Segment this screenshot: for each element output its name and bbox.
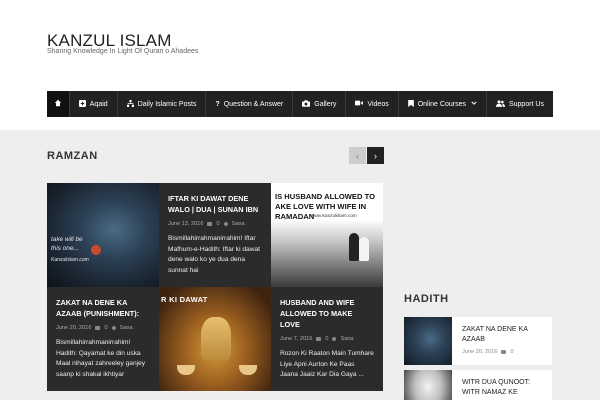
hadith-item-title[interactable]: ZAKAT NA DENE KA AZAAB bbox=[462, 325, 548, 345]
nav-gallery[interactable]: Gallery bbox=[293, 91, 347, 117]
hadith-item-title[interactable]: WITR DUA QUNOOT: WITR NAMAZ KE bbox=[462, 378, 548, 398]
post-author[interactable]: Sana bbox=[340, 336, 353, 342]
question-icon: ? bbox=[215, 100, 220, 108]
hadith-text: ZAKAT NA DENE KA AZAAB June 20, 2016 0 bbox=[462, 325, 548, 355]
nav-label: Aqaid bbox=[89, 100, 108, 108]
nav-label: Daily Islamic Posts bbox=[137, 100, 197, 108]
hadith-item[interactable]: ZAKAT NA DENE KA AZAAB June 20, 2016 0 bbox=[404, 317, 552, 365]
post-excerpt: Rozon Ki Raaton Main Tumhare Liye Apni A… bbox=[280, 350, 374, 378]
comment-count: 0 bbox=[325, 336, 329, 342]
image-caption: R KI DAWAT bbox=[161, 295, 208, 304]
image-caption: take will be this one... bbox=[51, 236, 83, 252]
sitemap-icon bbox=[126, 99, 134, 109]
bookmark-icon bbox=[407, 99, 414, 109]
comment-icon bbox=[501, 350, 507, 354]
post-date: June 13, 2016 bbox=[168, 221, 204, 227]
post-image-couple[interactable]: IS HUSBAND ALLOWED TO AKE LOVE WITH WIFE… bbox=[271, 183, 383, 287]
figure-silhouette bbox=[359, 237, 369, 261]
post-date: June 20, 2016 bbox=[56, 325, 92, 331]
nav-videos[interactable]: Videos bbox=[346, 91, 399, 117]
comment-icon bbox=[207, 222, 213, 226]
home-icon bbox=[54, 99, 62, 109]
chevron-down-icon bbox=[471, 101, 477, 107]
comment-icon bbox=[316, 337, 322, 341]
hadith-thumbnail[interactable] bbox=[404, 370, 452, 400]
nav-label: Videos bbox=[367, 100, 389, 108]
hadith-text: WITR DUA QUNOOT: WITR NAMAZ KE bbox=[462, 378, 548, 398]
post-image-snake[interactable]: take will be this one... Kanzulislam.com bbox=[47, 183, 159, 287]
user-icon bbox=[111, 326, 116, 330]
nav-label: Online Courses bbox=[417, 100, 466, 108]
snake-eye bbox=[91, 245, 101, 255]
chevron-right-icon: › bbox=[374, 150, 377, 161]
main-nav: Aqaid Daily Islamic Posts ? Question & A… bbox=[47, 91, 553, 117]
post-card-husband-wife[interactable]: HUSBAND AND WIFE ALLOWED TO MAKE LOVE Ju… bbox=[271, 287, 383, 391]
slider-prev-button[interactable]: ‹ bbox=[349, 147, 366, 164]
cup-shape bbox=[239, 365, 257, 375]
post-image-iftar-dawat[interactable]: R KI DAWAT bbox=[159, 287, 271, 391]
comment-count: 0 bbox=[104, 325, 108, 331]
ramzan-section-title: RAMZAN bbox=[47, 150, 98, 162]
nav-label: Question & Answer bbox=[223, 100, 284, 108]
hadith-item[interactable]: WITR DUA QUNOOT: WITR NAMAZ KE bbox=[404, 370, 552, 400]
nav-question-answer[interactable]: ? Question & Answer bbox=[206, 91, 294, 117]
slider-next-button[interactable]: › bbox=[367, 147, 384, 164]
cup-shape bbox=[177, 365, 195, 375]
nav-label: Gallery bbox=[314, 100, 337, 108]
hadith-thumbnail[interactable] bbox=[404, 317, 452, 365]
plus-square-icon bbox=[78, 99, 86, 109]
users-icon bbox=[495, 99, 505, 109]
post-meta: June 7, 2016 0 Sana bbox=[280, 336, 374, 342]
comment-count: 0 bbox=[216, 221, 220, 227]
comment-icon bbox=[95, 326, 101, 330]
teapot-shape bbox=[201, 317, 231, 361]
nav-daily-islamic-posts[interactable]: Daily Islamic Posts bbox=[118, 91, 207, 117]
nav-label: Support Us bbox=[508, 100, 544, 108]
figure-silhouette bbox=[349, 233, 359, 261]
user-icon bbox=[223, 222, 228, 226]
chevron-left-icon: ‹ bbox=[356, 150, 359, 161]
site-tagline: Sharing Knowledge In Light Of Quran o Ah… bbox=[47, 48, 199, 55]
post-meta: June 13, 2016 0 Sana bbox=[168, 221, 262, 227]
user-icon bbox=[332, 337, 337, 341]
post-meta: June 20, 2016 0 Sana bbox=[56, 325, 150, 331]
nav-online-courses[interactable]: Online Courses bbox=[399, 91, 487, 117]
nav-aqaid[interactable]: Aqaid bbox=[70, 91, 118, 117]
post-excerpt: Bismillahirrahmanirrahim! Iftar Mafhum-e… bbox=[168, 235, 260, 274]
post-excerpt: Bismillahirrahmanirrahim! Hadith: Qayama… bbox=[56, 339, 146, 378]
post-title[interactable]: IFTAR KI DAWAT DENE WALO | DUA | SUNAN I… bbox=[168, 193, 262, 215]
nav-support-us[interactable]: Support Us bbox=[487, 91, 553, 117]
image-watermark: Kanzulislam.com bbox=[51, 257, 89, 263]
image-watermark: www.Kanzulislam.com bbox=[311, 213, 357, 218]
post-card-iftar[interactable]: IFTAR KI DAWAT DENE WALO | DUA | SUNAN I… bbox=[159, 183, 271, 287]
post-author[interactable]: Sana bbox=[232, 221, 245, 227]
post-author[interactable]: Sana bbox=[120, 325, 133, 331]
hadith-item-meta: June 20, 2016 0 bbox=[462, 349, 548, 355]
nav-home[interactable] bbox=[47, 91, 70, 117]
hadith-section-title: HADITH bbox=[404, 293, 449, 305]
hadith-item-comments: 0 bbox=[510, 349, 514, 355]
post-title[interactable]: HUSBAND AND WIFE ALLOWED TO MAKE LOVE bbox=[280, 297, 374, 330]
camera-icon bbox=[302, 99, 311, 109]
hadith-item-date: June 20, 2016 bbox=[462, 349, 498, 355]
post-title[interactable]: ZAKAT NA DENE KA AZAAB (PUNISHMENT): bbox=[56, 297, 150, 319]
post-card-zakat[interactable]: ZAKAT NA DENE KA AZAAB (PUNISHMENT): Jun… bbox=[47, 287, 159, 391]
post-date: June 7, 2016 bbox=[280, 336, 313, 342]
video-camera-icon bbox=[355, 100, 364, 108]
